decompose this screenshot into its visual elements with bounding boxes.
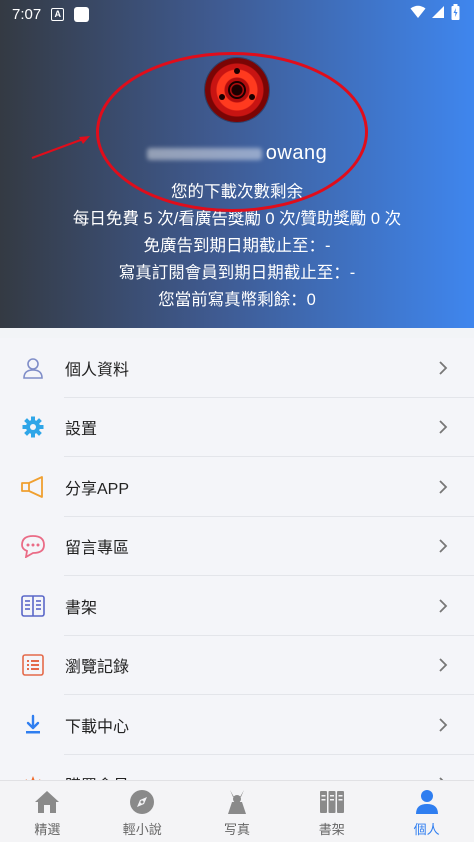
download-icon <box>20 712 46 738</box>
tab-label: 個人 <box>413 822 440 837</box>
home-icon <box>33 789 61 815</box>
user-icon <box>20 355 46 381</box>
settings-menu: 個人資料 設置 分享APP 留言專區 書架 瀏覽記錄 下載中心 <box>0 338 474 814</box>
tab-label: 書架 <box>318 822 345 837</box>
menu-item-label: 瀏覽記錄 <box>65 659 130 677</box>
chat-bubble-icon <box>20 533 46 559</box>
menu-item-label: 下載中心 <box>65 718 130 736</box>
history-list-icon <box>20 652 46 678</box>
tab-bookshelf[interactable]: 書架 <box>284 781 379 842</box>
bookshelf-icon <box>20 593 46 619</box>
gear-icon <box>20 414 46 440</box>
chevron-right-icon <box>439 718 448 732</box>
chevron-right-icon <box>439 361 448 375</box>
figure-icon <box>223 789 251 815</box>
notification-square-icon <box>74 6 90 22</box>
chevron-right-icon <box>439 599 448 613</box>
compass-icon <box>128 789 156 815</box>
wifi-icon <box>410 5 426 18</box>
chevron-right-icon <box>439 539 448 553</box>
tab-photos[interactable]: 写真 <box>190 781 285 842</box>
chevron-right-icon <box>439 658 448 672</box>
books-icon <box>318 789 346 815</box>
chevron-right-icon <box>439 480 448 494</box>
status-indicators <box>410 4 460 20</box>
menu-item-label: 分享APP <box>65 480 130 498</box>
menu-item-label: 設置 <box>65 421 98 439</box>
menu-item-label: 書架 <box>65 599 98 617</box>
signal-icon <box>432 6 444 18</box>
status-time: 7:07 <box>12 5 42 23</box>
tab-featured[interactable]: 精選 <box>0 781 95 842</box>
menu-item-settings[interactable]: 設置 <box>0 398 474 457</box>
menu-item-label: 留言專區 <box>65 540 130 558</box>
ad-free-expiry: 免廣告到期日期截止至：- <box>143 237 331 255</box>
menu-item-profile[interactable]: 個人資料 <box>0 338 474 398</box>
menu-item-message-board[interactable]: 留言專區 <box>0 517 474 576</box>
menu-item-share-app[interactable]: 分享APP <box>0 457 474 517</box>
annotation-circle <box>96 52 368 212</box>
tab-label: 写真 <box>223 822 250 837</box>
accessibility-notification-icon: A <box>51 7 65 21</box>
person-icon <box>413 789 441 815</box>
menu-item-history[interactable]: 瀏覽記錄 <box>0 636 474 695</box>
status-bar: 7:07 A <box>0 0 474 28</box>
tab-label: 精選 <box>34 822 61 837</box>
battery-icon <box>451 4 460 20</box>
tab-personal[interactable]: 個人 <box>379 781 474 842</box>
annotation-arrow <box>31 136 90 159</box>
menu-item-download-center[interactable]: 下載中心 <box>0 695 474 755</box>
tab-label: 輕小說 <box>122 822 162 837</box>
menu-item-label: 個人資料 <box>65 361 130 379</box>
tab-light-novel[interactable]: 輕小說 <box>95 781 190 842</box>
menu-item-bookshelf[interactable]: 書架 <box>0 576 474 636</box>
profile-header: 7:07 A owang 您的下載次數剩余 每日免費 5 次/看廣告獎勵 0 次… <box>0 0 474 328</box>
chevron-right-icon <box>439 420 448 434</box>
photo-subscription-expiry: 寫真訂閱會員到期日期截止至：- <box>118 264 356 282</box>
megaphone-icon <box>20 474 46 500</box>
bottom-navigation: 精選 輕小說 写真 書架 個人 <box>0 780 474 842</box>
photo-coin-balance: 您當前寫真幣剩餘：0 <box>158 291 316 309</box>
